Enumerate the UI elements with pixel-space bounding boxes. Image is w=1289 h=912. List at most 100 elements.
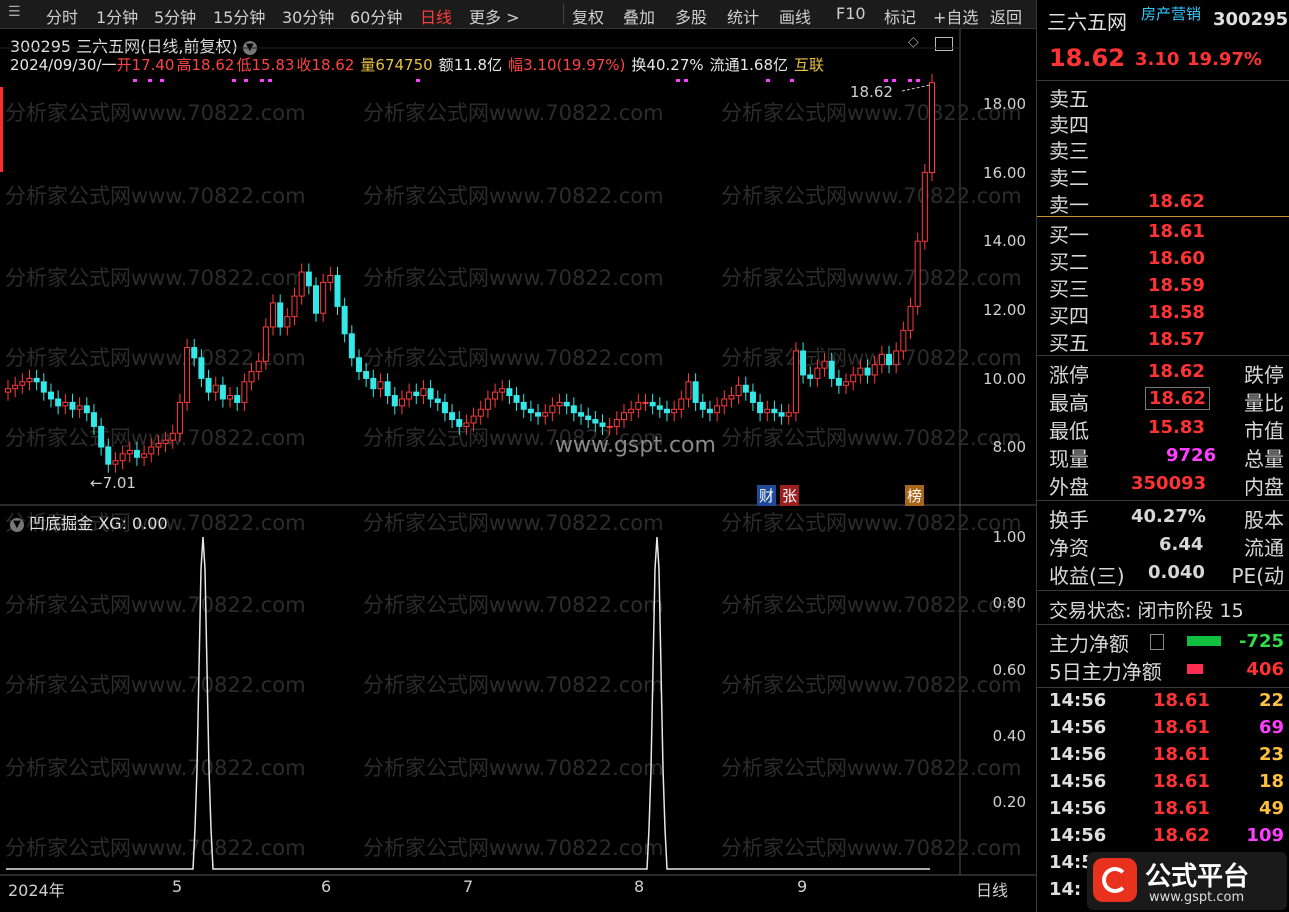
menu-grid-icon[interactable]: ☰	[8, 4, 21, 20]
candle-body	[313, 285, 319, 314]
watermark-text: 分析家公式网www.70822.com	[5, 184, 306, 208]
adjust-button[interactable]: 复权	[572, 4, 604, 28]
badge-finance[interactable]: 财	[757, 485, 777, 506]
stat-low-value: 15.83	[1148, 417, 1205, 438]
candle-body	[241, 381, 248, 403]
main-chart-area[interactable]: 300295 三六五网(日线,前复权) ▼ ◇ 2024/09/30/一开17.…	[0, 29, 1036, 912]
x-tick-year: 2024年	[8, 881, 65, 900]
candle-body	[141, 453, 148, 458]
candle-body	[656, 405, 663, 410]
candle-body	[456, 419, 463, 427]
candle-body	[119, 453, 126, 462]
tick-price: 18.61	[1153, 744, 1210, 765]
candle-body	[477, 408, 484, 417]
price-tick: 12.00	[983, 301, 1026, 319]
top-toolbar: ☰ 分时 1分钟 5分钟 15分钟 30分钟 60分钟 日线 更多 > 复权 叠…	[0, 0, 1036, 29]
tab-5min[interactable]: 5分钟	[154, 4, 196, 28]
candle-body	[792, 350, 799, 414]
tick-time: 14:56	[1049, 690, 1107, 711]
signal-dot	[884, 79, 888, 82]
tab-daily[interactable]: 日线	[420, 4, 452, 28]
candle-body	[929, 82, 935, 174]
candle-body	[162, 439, 169, 445]
x-axis-period[interactable]: 日线	[976, 877, 1008, 901]
f10-button[interactable]: F10	[836, 4, 866, 23]
signal-dot	[892, 79, 896, 82]
candle-body	[305, 271, 312, 287]
signal-dot	[916, 79, 920, 82]
multi-stock-button[interactable]: 多股	[675, 4, 707, 28]
watermark-text: 分析家公式网www.70822.com	[5, 266, 306, 290]
price-change-pct: 19.97%	[1187, 49, 1262, 70]
badge-ranking[interactable]: 榜	[905, 485, 925, 506]
tab-1min[interactable]: 1分钟	[96, 4, 138, 28]
candle-body	[671, 408, 678, 414]
mark-button[interactable]: 标记	[884, 4, 916, 28]
candle-body	[284, 316, 291, 328]
candle-body	[463, 422, 470, 427]
bid-ask-divider	[1037, 216, 1289, 217]
candle-body	[886, 353, 893, 366]
candle-body	[370, 377, 377, 390]
signal-dot	[676, 79, 680, 82]
overlay-button[interactable]: 叠加	[623, 4, 655, 28]
tab-intraday[interactable]: 分时	[46, 4, 78, 28]
badge-limit-up[interactable]: 张	[780, 485, 800, 506]
candle-body	[821, 360, 828, 369]
watermark-text: 分析家公式网www.70822.com	[5, 673, 306, 697]
stock-tag[interactable]: 房产营销	[1141, 3, 1201, 24]
candle-body	[714, 405, 721, 414]
main-net-5d-value: 406	[1246, 659, 1284, 680]
candle-body	[420, 388, 427, 397]
watermark-text: 分析家公式网www.70822.com	[363, 593, 664, 617]
tab-more[interactable]: 更多 >	[469, 4, 520, 28]
add-watchlist-button[interactable]: +自选	[933, 4, 978, 28]
stats-button[interactable]: 统计	[727, 4, 759, 28]
bid-2-label: 买二	[1049, 250, 1089, 274]
tick-time: 14:56	[1049, 771, 1107, 792]
candle-body	[169, 432, 176, 441]
logo-url: www.gspt.com	[1149, 890, 1245, 905]
candle-body	[706, 408, 713, 414]
bid-1-label: 买一	[1049, 223, 1089, 247]
stat-turnover-label: 换手	[1049, 508, 1089, 532]
candle-body	[33, 377, 40, 383]
tab-15min[interactable]: 15分钟	[213, 4, 265, 28]
tick-time: 14:56	[1049, 717, 1107, 738]
stat-inner-label: 内盘	[1244, 475, 1284, 499]
watermark-text: 分析家公式网www.70822.com	[363, 184, 664, 208]
candle-body	[69, 401, 76, 410]
watermark-text: 分析家公式网www.70822.com	[363, 673, 664, 697]
candle-body	[83, 405, 90, 414]
indicator-value: XG: 0.00	[98, 514, 168, 533]
candle-body	[219, 384, 226, 400]
candle-body	[320, 281, 327, 314]
signal-dot	[684, 79, 688, 82]
indicator-tick: 0.40	[992, 727, 1026, 745]
candle-body	[492, 391, 499, 400]
candle-body	[90, 412, 97, 427]
candle-body	[133, 449, 140, 458]
candle-body	[298, 271, 305, 297]
candle-body	[5, 388, 11, 393]
candle-body	[434, 398, 441, 403]
bid-1-price: 18.61	[1148, 221, 1205, 242]
x-tick-sep: 9	[797, 877, 808, 896]
ask-1-label: 卖一	[1049, 193, 1089, 217]
tick-price: 18.61	[1153, 798, 1210, 819]
doc-icon[interactable]	[1150, 634, 1164, 650]
x-tick-aug: 8	[634, 877, 645, 896]
chevron-down-icon[interactable]: ▼	[10, 517, 24, 532]
draw-button[interactable]: 画线	[779, 4, 811, 28]
price-chart[interactable]: 分析家公式网www.70822.com 分析家公式网www.70822.com 分析…	[0, 29, 1036, 912]
back-button[interactable]: 返回	[990, 4, 1022, 28]
candle-body	[355, 357, 362, 373]
tab-30min[interactable]: 30分钟	[282, 4, 334, 28]
stock-name: 三六五网	[1047, 10, 1127, 34]
x-tick-may: 5	[172, 877, 183, 896]
candle-body	[348, 333, 355, 359]
main-net-5d-bar	[1187, 664, 1203, 674]
tab-60min[interactable]: 60分钟	[350, 4, 402, 28]
signal-dot	[232, 79, 236, 82]
stat-eps-value: 0.040	[1148, 562, 1205, 583]
